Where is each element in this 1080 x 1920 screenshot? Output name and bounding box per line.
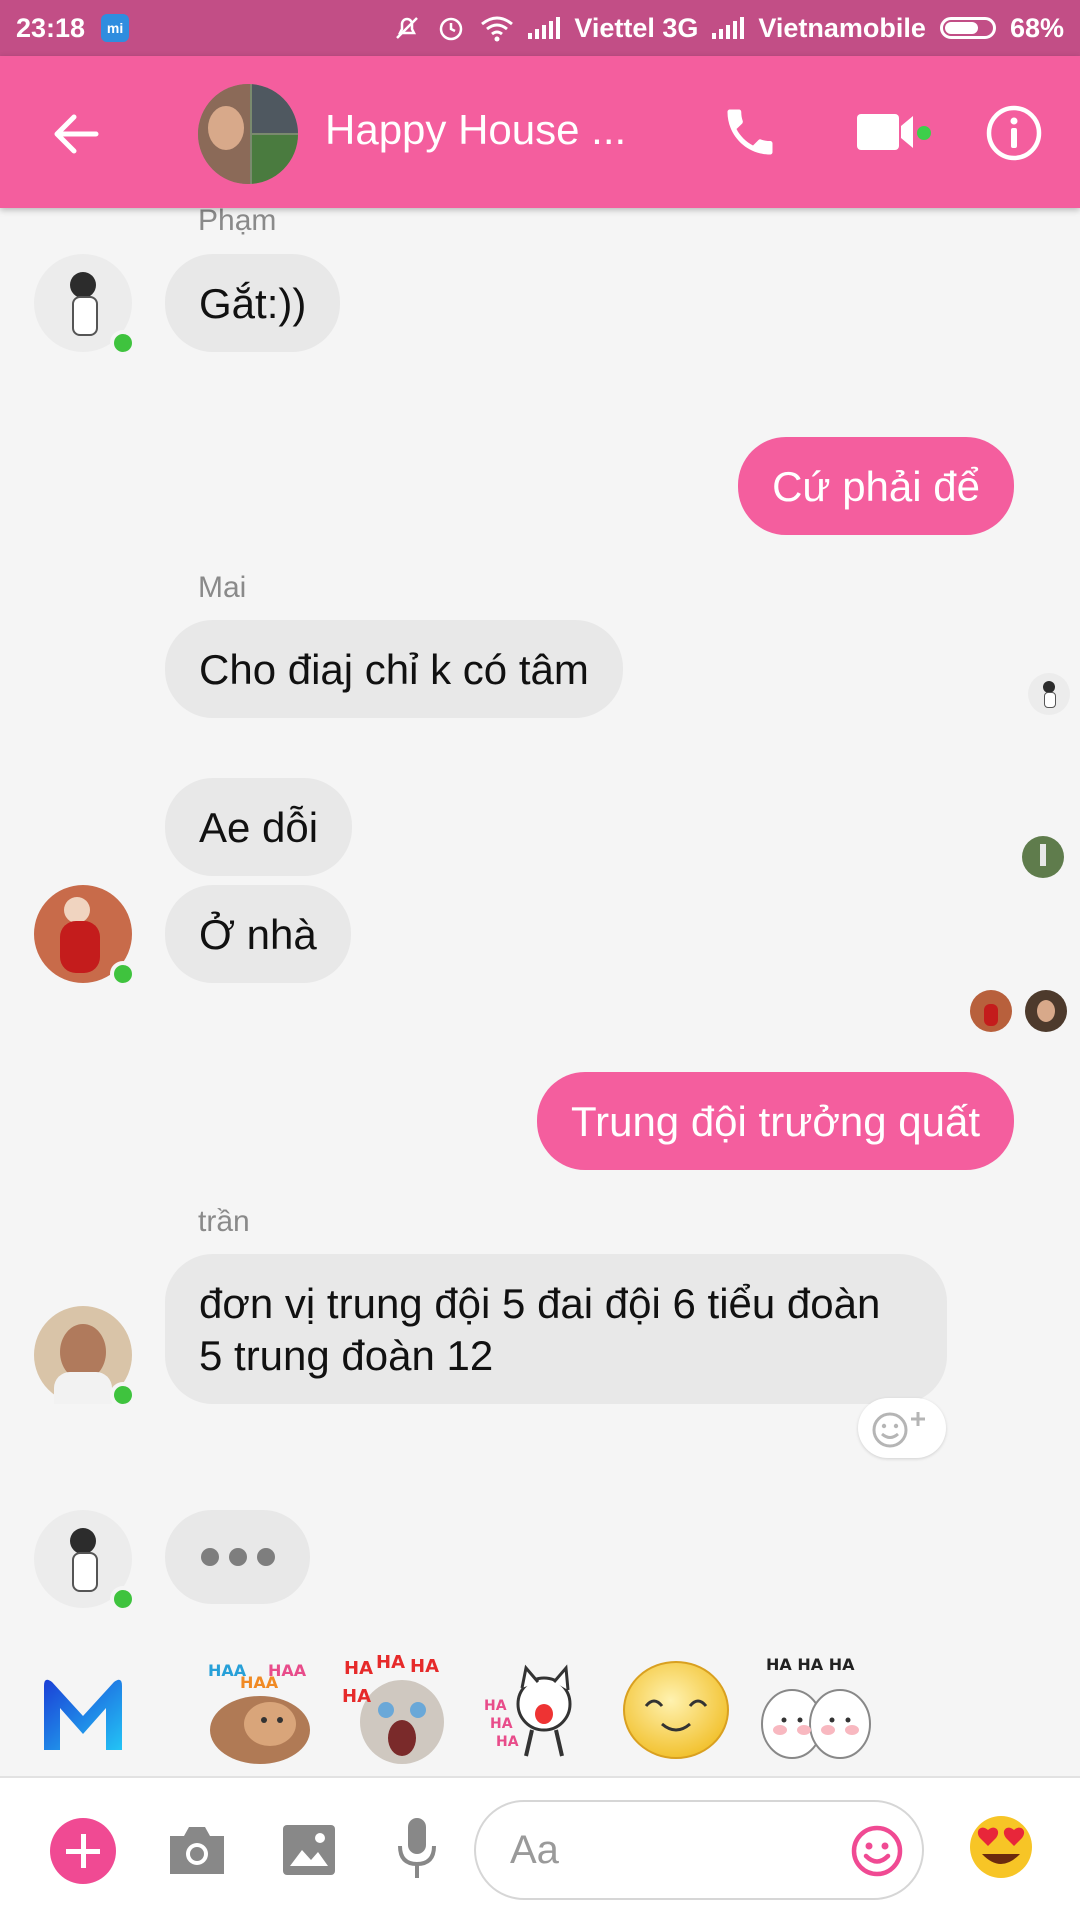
add-reaction-icon <box>872 1412 925 1448</box>
active-status-dot <box>917 126 931 140</box>
sticker-smiling-face-icon[interactable] <box>618 1652 736 1770</box>
message-composer: Aa <box>0 1776 1080 1920</box>
avatar[interactable] <box>34 885 136 987</box>
chat-title[interactable]: Happy House ... <box>325 106 626 154</box>
sticker-two-buns-hahaha-icon[interactable]: HA HA HA <box>756 1652 874 1770</box>
battery-icon <box>939 17 996 39</box>
smiley-icon[interactable] <box>850 1824 904 1878</box>
message-line: đơn vị trung đội 5 đai đội 6 tiểu đoàn <box>199 1280 881 1327</box>
avatar[interactable] <box>34 1306 136 1408</box>
carrier-2: Vietnamobile <box>758 12 926 43</box>
microphone-icon[interactable] <box>395 1816 439 1882</box>
video-camera-icon[interactable] <box>855 108 925 156</box>
silent-icon <box>396 17 419 39</box>
alarm-icon <box>440 17 463 41</box>
plus-icon[interactable] <box>50 1818 116 1884</box>
signal-icon-2 <box>712 17 745 39</box>
heart-eyes-emoji-icon[interactable] <box>968 1814 1034 1880</box>
phone-icon[interactable] <box>720 102 780 162</box>
message-bubble[interactable]: Cho điaj chỉ k có tâm <box>165 620 623 718</box>
battery-percent: 68% <box>1009 12 1064 43</box>
sender-name: Phạm <box>198 204 277 237</box>
sender-name: Mai <box>198 571 247 604</box>
messenger-m-icon[interactable] <box>40 1672 126 1754</box>
carrier-1: Viettel 3G <box>574 12 699 43</box>
svg-text:HA: HA <box>490 1716 513 1732</box>
seen-avatar <box>1028 673 1070 715</box>
add-reaction-button[interactable] <box>858 1398 946 1458</box>
sender-name: trần <box>198 1205 250 1238</box>
svg-text:HA: HA <box>376 1652 405 1673</box>
message-bubble[interactable]: Ở nhà <box>165 885 351 983</box>
message-line: 5 trung đoàn 12 <box>199 1332 494 1379</box>
online-indicator <box>110 330 136 356</box>
svg-text:HA HA HA: HA HA HA <box>766 1655 855 1674</box>
avatar[interactable] <box>34 1510 136 1612</box>
sticker-laughing-cat-icon[interactable]: HAA HAA HAA <box>200 1652 318 1770</box>
message-bubble[interactable]: Ae dỗi <box>165 778 353 876</box>
seen-avatar <box>1025 990 1067 1032</box>
svg-text:HAA: HAA <box>268 1661 307 1680</box>
gallery-icon[interactable] <box>280 1822 338 1878</box>
message-bubble[interactable]: đơn vị trung đội 5 đai đội 6 tiểu đoàn 5… <box>165 1254 947 1404</box>
svg-text:HA: HA <box>410 1656 439 1677</box>
message-input[interactable]: Aa <box>474 1800 924 1900</box>
camera-icon[interactable] <box>166 1822 228 1878</box>
typing-indicator <box>165 1510 310 1604</box>
seen-avatar <box>970 990 1012 1032</box>
svg-text:HA: HA <box>342 1686 371 1707</box>
svg-text:HA: HA <box>484 1698 507 1714</box>
status-time: 23:18 <box>16 12 86 43</box>
svg-text:HA: HA <box>344 1658 373 1679</box>
chat-header: Happy House ... <box>0 56 1080 208</box>
sticker-screaming-cat-icon[interactable]: HA HA HA HA <box>340 1652 458 1770</box>
back-arrow-icon[interactable] <box>48 106 104 162</box>
input-placeholder: Aa <box>510 1828 559 1872</box>
my-message-bubble[interactable]: Trung đội trưởng quất <box>537 1072 1014 1170</box>
info-icon[interactable] <box>985 104 1043 162</box>
signal-icon <box>528 17 561 39</box>
my-message-bubble[interactable]: Cứ phải để <box>738 437 1014 535</box>
message-bubble[interactable]: Gắt:)) <box>165 254 341 352</box>
online-indicator <box>110 1382 136 1408</box>
wifi-icon <box>481 16 514 42</box>
seen-avatar <box>1022 836 1064 878</box>
svg-text:HA: HA <box>496 1734 519 1750</box>
sticker-laughing-white-cat-icon[interactable]: HA HA HA <box>482 1652 600 1770</box>
online-indicator <box>110 961 136 987</box>
sticker-tray: HAA HAA HAA HA HA HA HA HA HA HA HA HA H… <box>0 1632 1080 1772</box>
status-bar: 23:18 mi Viettel 3G Vietnamobile 68% <box>0 0 1080 56</box>
app-notification-icon: mi <box>101 14 130 42</box>
group-avatar[interactable] <box>198 84 298 184</box>
avatar[interactable] <box>34 254 136 356</box>
online-indicator <box>110 1586 136 1612</box>
